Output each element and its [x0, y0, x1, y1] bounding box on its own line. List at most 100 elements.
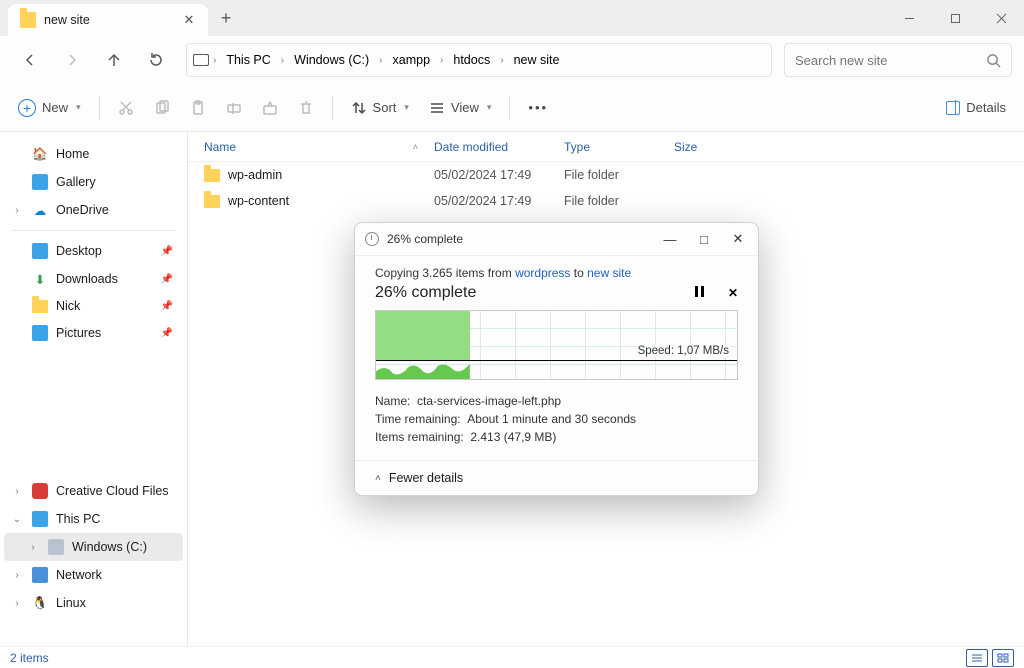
- chevron-down-icon: ▾: [76, 102, 81, 113]
- cut-button[interactable]: [110, 91, 142, 125]
- sidebar-item-windows-c[interactable]: › Windows (C:): [4, 533, 183, 561]
- pin-icon: 📌: [161, 301, 173, 312]
- window-maximize-button[interactable]: [932, 0, 978, 36]
- expand-icon[interactable]: ›: [10, 598, 24, 609]
- sort-label: Sort: [373, 100, 397, 115]
- sidebar-item-desktop[interactable]: Desktop📌: [4, 237, 183, 265]
- sidebar-item-creative-cloud[interactable]: › Creative Cloud Files: [4, 477, 183, 505]
- details-label: Details: [966, 100, 1006, 115]
- window-close-button[interactable]: [978, 0, 1024, 36]
- sidebar-item-linux[interactable]: ›🐧Linux: [4, 589, 183, 617]
- table-row[interactable]: wp-admin 05/02/2024 17:49 File folder: [188, 162, 1024, 188]
- sidebar-item-onedrive[interactable]: › ☁ OneDrive: [4, 196, 183, 224]
- tab-close-button[interactable]: ✕: [182, 13, 196, 27]
- sidebar-item-pictures[interactable]: Pictures📌: [4, 319, 183, 347]
- fewer-details-button[interactable]: ˄ Fewer details: [355, 460, 758, 495]
- pictures-icon: [32, 325, 48, 341]
- plus-circle-icon: +: [18, 99, 36, 117]
- file-type: File folder: [556, 168, 666, 182]
- sidebar-item-this-pc[interactable]: ⌄This PC: [4, 505, 183, 533]
- dialog-titlebar[interactable]: 26% complete — □ ✕: [355, 223, 758, 255]
- nav-up-button[interactable]: [96, 42, 132, 78]
- sidebar-item-label: Windows (C:): [72, 540, 147, 554]
- nav-forward-button[interactable]: [54, 42, 90, 78]
- separator: [99, 96, 100, 120]
- ellipsis-icon: •••: [528, 100, 548, 115]
- rename-button[interactable]: [218, 91, 250, 125]
- expand-icon[interactable]: ›: [10, 205, 24, 216]
- sidebar-item-gallery[interactable]: Gallery: [4, 168, 183, 196]
- search-input[interactable]: [795, 53, 978, 68]
- chevron-right-icon[interactable]: ›: [281, 55, 284, 66]
- sidebar-item-home[interactable]: 🏠Home: [4, 140, 183, 168]
- clock-icon: [365, 232, 379, 246]
- collapse-icon[interactable]: ⌄: [10, 514, 24, 525]
- new-button[interactable]: + New ▾: [10, 91, 89, 125]
- dialog-minimize-button[interactable]: —: [660, 229, 680, 249]
- breadcrumb-segment[interactable]: htdocs: [447, 49, 496, 71]
- folder-icon: [32, 300, 48, 313]
- breadcrumb-segment[interactable]: new site: [508, 49, 566, 71]
- chevron-right-icon[interactable]: ›: [440, 55, 443, 66]
- chevron-right-icon[interactable]: ›: [379, 55, 382, 66]
- chevron-right-icon[interactable]: ›: [500, 55, 503, 66]
- search-box[interactable]: [784, 43, 1012, 77]
- view-details-toggle[interactable]: [966, 649, 988, 667]
- sidebar-item-user[interactable]: Nick📌: [4, 293, 183, 319]
- copy-dest-link[interactable]: new site: [587, 266, 631, 280]
- chevron-right-icon[interactable]: ›: [213, 55, 216, 66]
- view-button[interactable]: View ▾: [421, 91, 499, 125]
- sidebar-item-label: Network: [56, 568, 102, 582]
- chevron-down-icon: ▾: [487, 102, 492, 113]
- window-minimize-button[interactable]: [886, 0, 932, 36]
- sidebar-item-label: Downloads: [56, 272, 118, 286]
- cancel-button[interactable]: ✕: [728, 286, 738, 300]
- column-header-name[interactable]: Name˄: [196, 140, 426, 154]
- sidebar-item-label: Creative Cloud Files: [56, 484, 169, 498]
- column-header-size[interactable]: Size: [666, 140, 726, 154]
- nav-back-button[interactable]: [12, 42, 48, 78]
- sidebar-item-downloads[interactable]: ⬇Downloads📌: [4, 265, 183, 293]
- table-row[interactable]: wp-content 05/02/2024 17:49 File folder: [188, 188, 1024, 214]
- home-icon: 🏠: [32, 146, 48, 162]
- delete-button[interactable]: [290, 91, 322, 125]
- view-label: View: [451, 100, 479, 115]
- breadcrumb-segment[interactable]: This PC: [220, 49, 276, 71]
- column-label: Name: [204, 140, 236, 154]
- details-pane-button[interactable]: Details: [938, 91, 1014, 125]
- expand-icon[interactable]: ›: [26, 542, 40, 553]
- separator: [12, 230, 175, 231]
- expand-icon[interactable]: ›: [10, 486, 24, 497]
- file-type: File folder: [556, 194, 666, 208]
- column-headers: Name˄ Date modified Type Size: [188, 132, 1024, 162]
- fewer-details-label: Fewer details: [389, 471, 463, 485]
- share-button[interactable]: [254, 91, 286, 125]
- column-header-type[interactable]: Type: [556, 140, 666, 154]
- item-count: 2 items: [10, 651, 49, 665]
- speed-graph: Speed: 1,07 MB/s: [375, 310, 738, 380]
- view-icons-toggle[interactable]: [992, 649, 1014, 667]
- address-bar[interactable]: › This PC › Windows (C:) › xampp › htdoc…: [186, 43, 772, 77]
- expand-icon[interactable]: ›: [10, 570, 24, 581]
- nav-refresh-button[interactable]: [138, 42, 174, 78]
- search-icon: [986, 53, 1001, 68]
- more-button[interactable]: •••: [520, 91, 556, 125]
- window-tab[interactable]: new site ✕: [8, 4, 208, 36]
- copy-source-link[interactable]: wordpress: [515, 266, 570, 280]
- pause-button[interactable]: [695, 286, 704, 300]
- breadcrumb-segment[interactable]: Windows (C:): [288, 49, 375, 71]
- new-tab-button[interactable]: +: [208, 0, 244, 36]
- pin-icon: 📌: [161, 246, 173, 257]
- copy-current-name: Name: cta-services-image-left.php: [375, 392, 738, 410]
- dialog-close-button[interactable]: ✕: [728, 229, 748, 249]
- breadcrumb-segment[interactable]: xampp: [387, 49, 437, 71]
- column-header-date[interactable]: Date modified: [426, 140, 556, 154]
- copy-button[interactable]: [146, 91, 178, 125]
- paste-button[interactable]: [182, 91, 214, 125]
- dialog-maximize-button[interactable]: □: [694, 229, 714, 249]
- sort-button[interactable]: Sort ▾: [343, 91, 417, 125]
- sidebar-item-label: OneDrive: [56, 203, 109, 217]
- speed-label: Speed: 1,07 MB/s: [636, 345, 731, 357]
- onedrive-icon: ☁: [32, 202, 48, 218]
- sidebar-item-network[interactable]: › Network: [4, 561, 183, 589]
